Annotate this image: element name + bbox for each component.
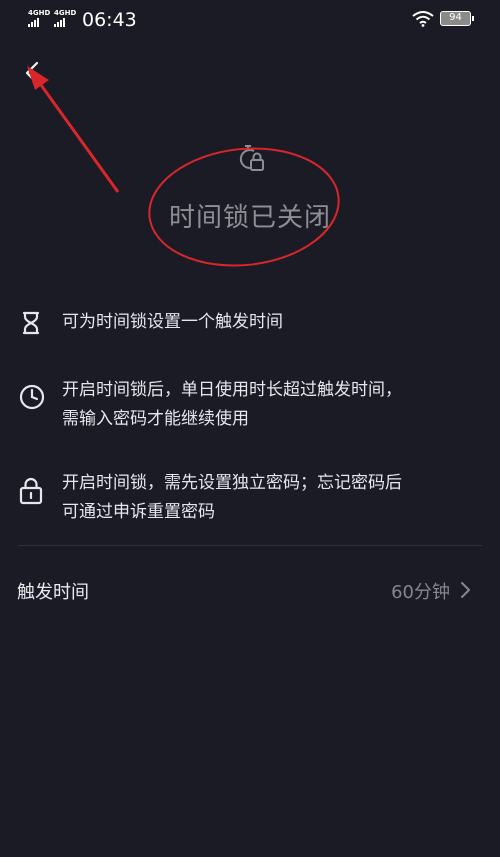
annotation-arrow-line xyxy=(34,77,120,193)
trigger-time-label: 触发时间 xyxy=(17,582,89,603)
info-item-text-line1: 开启时间锁后，单日使用时长超过触发时间， xyxy=(62,380,402,400)
lock-icon xyxy=(19,477,43,505)
network-type-label: 4GHD xyxy=(54,9,77,17)
info-item-text-line1: 开启时间锁，需先设置独立密码；忘记密码后 xyxy=(62,473,402,493)
battery-indicator: 94 xyxy=(440,11,474,26)
chevron-left-icon xyxy=(25,61,39,85)
divider xyxy=(18,545,482,546)
wifi-icon xyxy=(412,11,434,27)
info-item-password: 开启时间锁，需先设置独立密码；忘记密码后 可通过申诉重置密码 xyxy=(18,469,488,529)
back-button[interactable] xyxy=(18,58,48,88)
info-item-text-line2: 可通过申诉重置密码 xyxy=(62,502,215,522)
trigger-time-value: 60分钟 xyxy=(391,582,450,603)
info-item-usage-limit: 开启时间锁后，单日使用时长超过触发时间， 需输入密码才能继续使用 xyxy=(18,376,488,436)
info-item-trigger-time: 可为时间锁设置一个触发时间 xyxy=(18,308,488,338)
page-title: 时间锁已关闭 xyxy=(168,203,331,233)
trigger-time-row[interactable]: 触发时间 60分钟 xyxy=(0,568,500,612)
clock-icon xyxy=(19,384,45,410)
chevron-right-icon xyxy=(461,582,470,598)
signal-icon-sim1: 4GHD xyxy=(28,9,50,27)
status-bar: 4GHD 4GHD 06:43 94 xyxy=(0,0,500,40)
status-time: 06:43 xyxy=(82,9,137,31)
time-lock-page: 4GHD 4GHD 06:43 94 时间锁已关闭 可为时间锁设置一个触发时间 … xyxy=(0,0,500,857)
timer-lock-icon xyxy=(239,145,264,171)
signal-icon-sim2: 4GHD xyxy=(54,9,76,27)
info-item-text: 可为时间锁设置一个触发时间 xyxy=(62,312,283,332)
info-item-text-line2: 需输入密码才能继续使用 xyxy=(62,409,249,429)
network-type-label: 4GHD xyxy=(28,9,51,17)
hourglass-icon xyxy=(22,311,40,335)
